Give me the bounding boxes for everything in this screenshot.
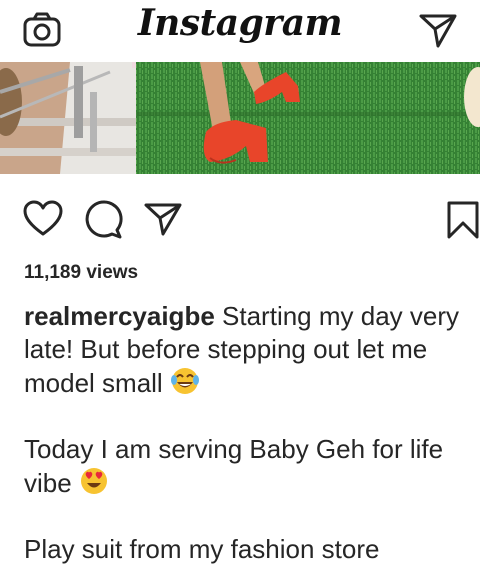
comment-icon[interactable] [83, 200, 123, 240]
app-logo: Instagram [137, 2, 343, 44]
post-photo [0, 62, 480, 174]
post-action-bar [0, 196, 480, 244]
heart-eyes-emoji [80, 468, 107, 494]
heart-icon[interactable] [23, 200, 63, 238]
bookmark-icon[interactable] [446, 200, 480, 240]
caption-username[interactable]: realmercyaigbe [24, 301, 215, 331]
post-media-image[interactable] [0, 62, 480, 174]
share-icon[interactable] [143, 200, 183, 238]
direct-message-icon[interactable] [418, 10, 458, 50]
view-count[interactable]: 11,189 views [24, 262, 138, 284]
post-caption: realmercyaigbe Starting my day very late… [24, 300, 474, 566]
top-navigation-bar: Instagram [0, 0, 480, 62]
caption-text-3: Play suit from my fashion store [24, 534, 380, 564]
face-with-tears-of-joy-emoji [170, 368, 199, 394]
